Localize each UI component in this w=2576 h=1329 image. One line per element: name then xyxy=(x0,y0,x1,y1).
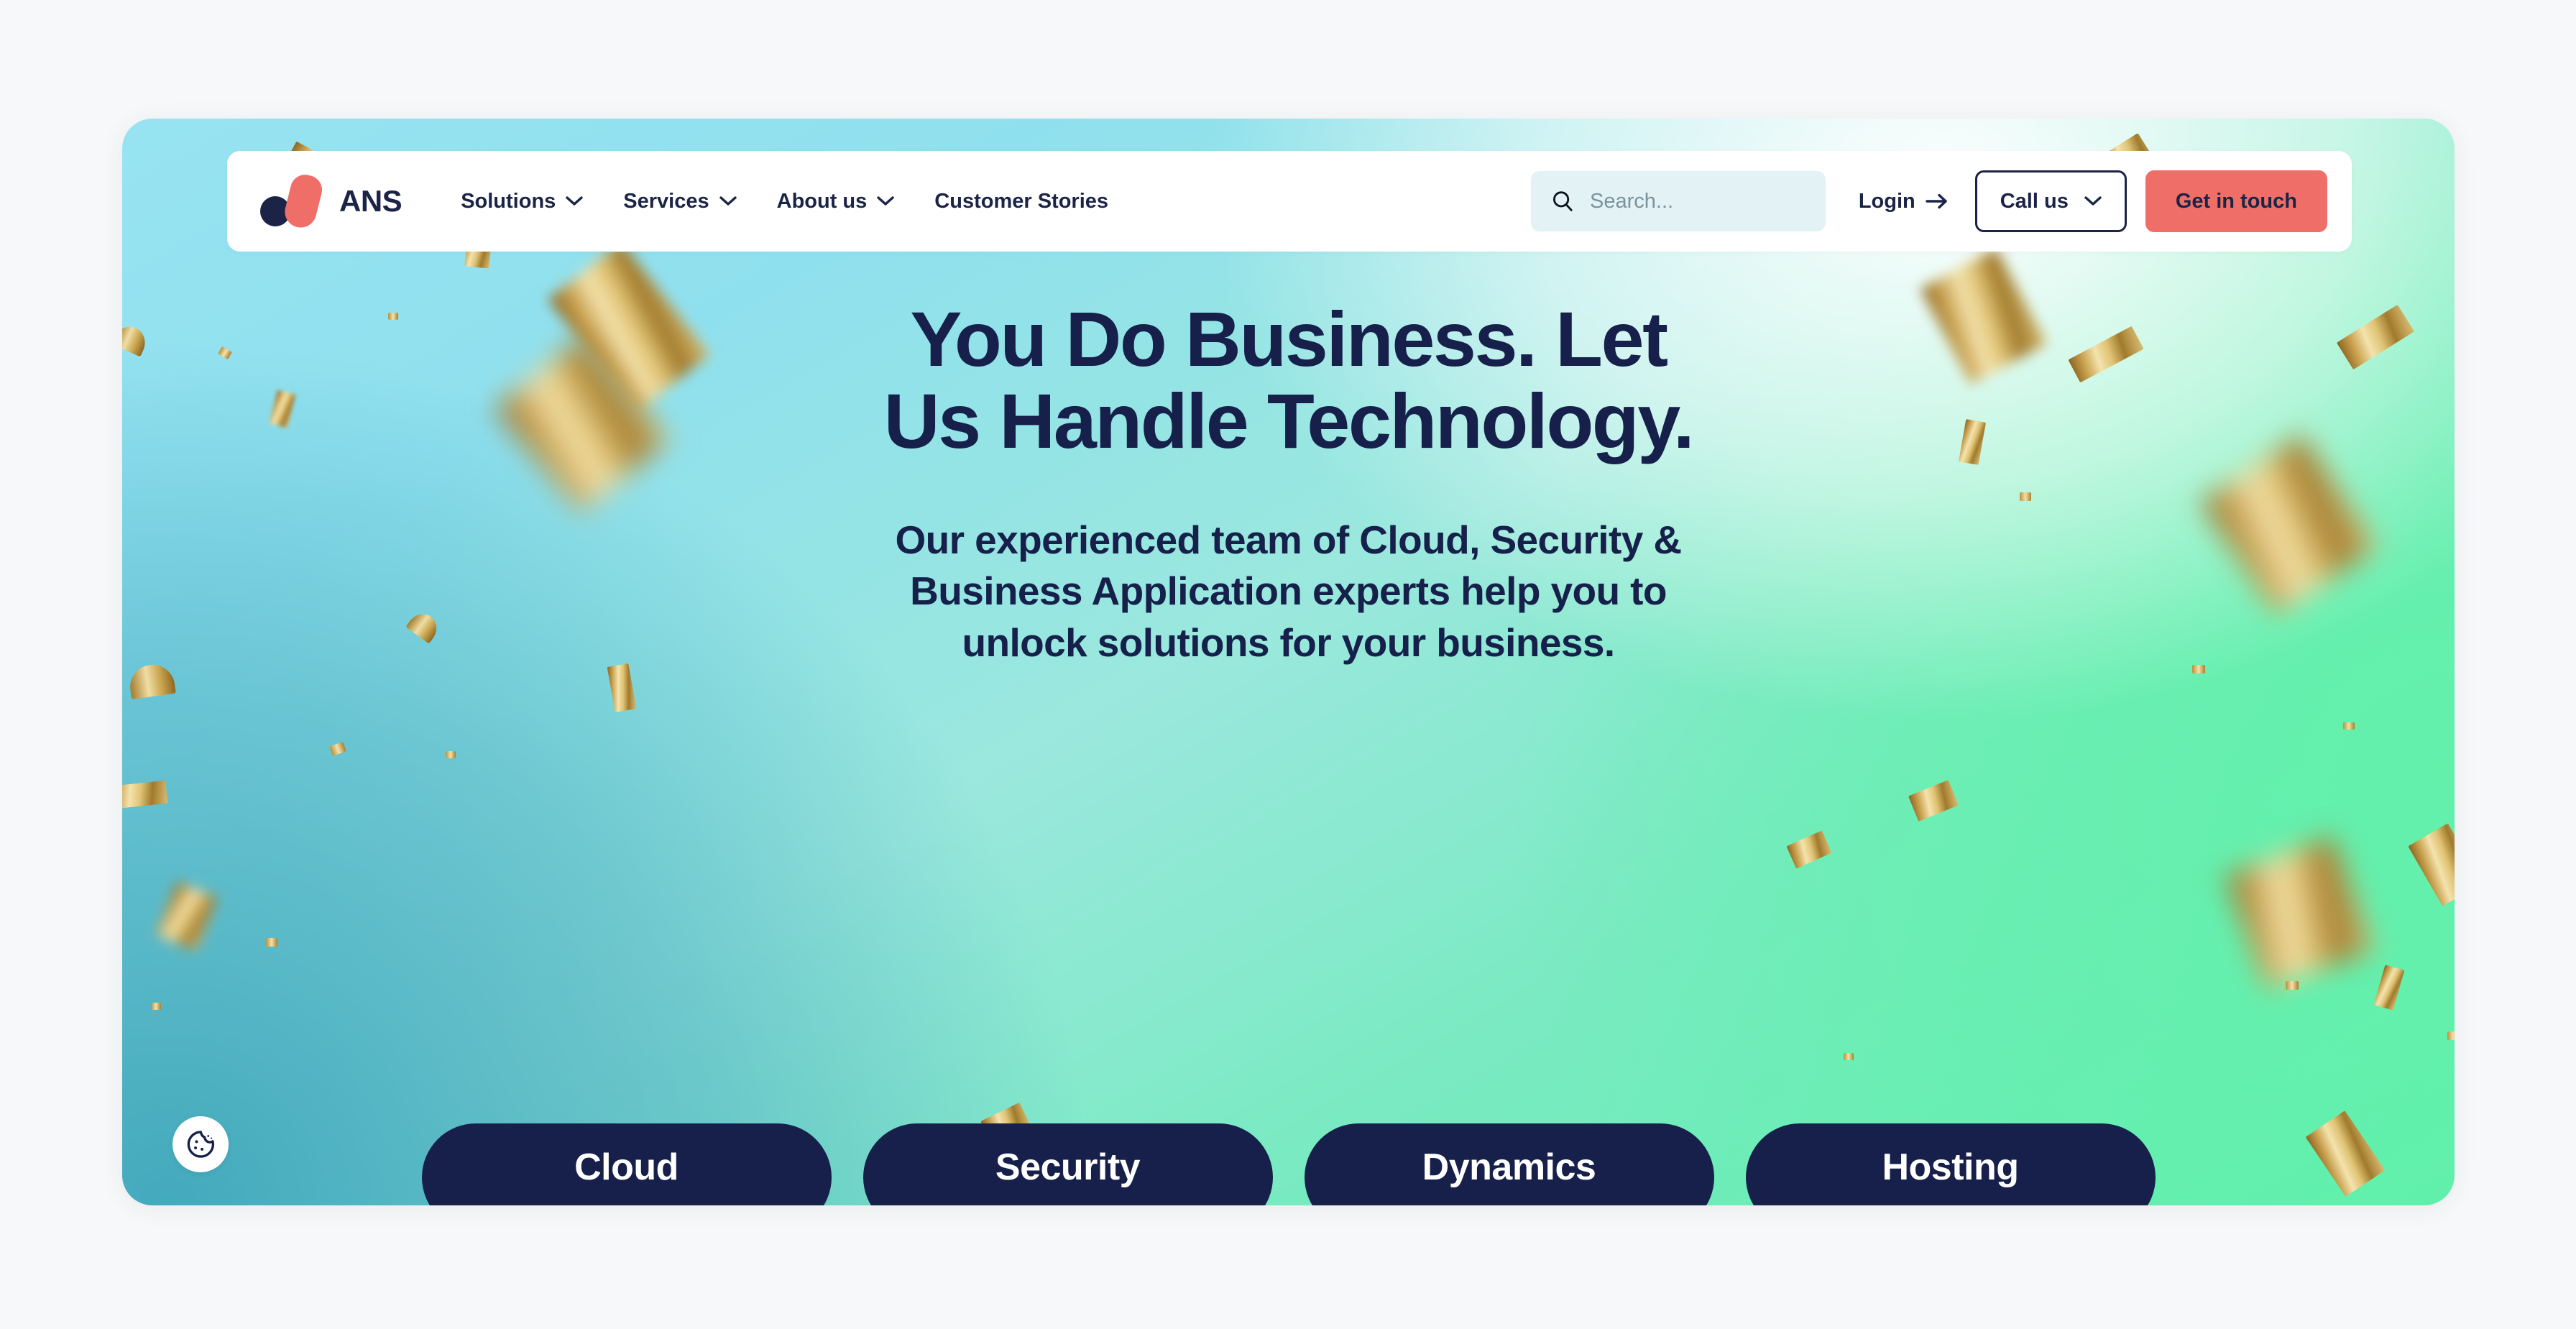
ans-logo-mark-icon xyxy=(257,171,338,231)
brand-logo[interactable]: ANS xyxy=(257,171,402,231)
main-navigation-bar: ANS Solutions Services About us Customer… xyxy=(227,151,2352,252)
nav-actions: Login Call us Get in touch xyxy=(1530,170,2327,232)
nav-item-label: Services xyxy=(623,189,709,213)
login-link[interactable]: Login xyxy=(1859,190,1949,213)
chevron-down-icon xyxy=(877,196,894,206)
pill-hosting[interactable]: Hosting xyxy=(1745,1123,2156,1205)
logo-blade-shape xyxy=(281,171,326,231)
get-in-touch-button[interactable]: Get in touch xyxy=(2145,170,2327,232)
hero-subtitle-line-1: Our experienced team of Cloud, Security … xyxy=(895,517,1682,562)
nav-links: Solutions Services About us Customer Sto… xyxy=(441,183,1128,221)
search-input[interactable] xyxy=(1590,189,1806,213)
nav-item-label: Solutions xyxy=(461,189,556,213)
chevron-down-icon xyxy=(719,196,737,206)
pill-security[interactable]: Security xyxy=(862,1123,1273,1205)
cookie-icon xyxy=(187,1131,215,1158)
call-us-label: Call us xyxy=(2000,189,2069,213)
call-us-button[interactable]: Call us xyxy=(1974,170,2127,232)
nav-item-label: About us xyxy=(776,189,868,213)
search-icon xyxy=(1552,191,1573,211)
login-label: Login xyxy=(1858,189,1915,213)
pill-cloud[interactable]: Cloud xyxy=(421,1123,832,1205)
hero-subtitle: Our experienced team of Cloud, Security … xyxy=(895,515,1682,669)
hero-title-line-2: Us Handle Technology. xyxy=(883,377,1695,465)
nav-item-solutions[interactable]: Solutions xyxy=(441,183,603,221)
chevron-down-icon xyxy=(2084,196,2102,206)
nav-item-about-us[interactable]: About us xyxy=(757,183,915,221)
hero-subtitle-line-2: Business Application experts help you to xyxy=(910,569,1667,614)
nav-item-services[interactable]: Services xyxy=(603,183,756,221)
hero-subtitle-line-3: unlock solutions for your business. xyxy=(962,620,1615,665)
nav-item-customer-stories[interactable]: Customer Stories xyxy=(914,183,1128,221)
nav-item-label: Customer Stories xyxy=(934,189,1109,213)
hero-card: ANS Solutions Services About us Customer… xyxy=(122,119,2455,1205)
hero-content: You Do Business. Let Us Handle Technolog… xyxy=(122,298,2455,668)
chevron-down-icon xyxy=(566,196,583,206)
pill-dynamics[interactable]: Dynamics xyxy=(1304,1123,1714,1205)
hero-title-line-1: You Do Business. Let xyxy=(910,295,1668,382)
brand-name: ANS xyxy=(339,184,402,218)
cookie-settings-button[interactable] xyxy=(172,1116,229,1172)
category-pill-row: Cloud Security Dynamics Hosting xyxy=(122,1123,2455,1205)
arrow-right-icon xyxy=(1926,193,1947,209)
search-box[interactable] xyxy=(1530,171,1826,231)
hero-title: You Do Business. Let Us Handle Technolog… xyxy=(883,295,1695,465)
